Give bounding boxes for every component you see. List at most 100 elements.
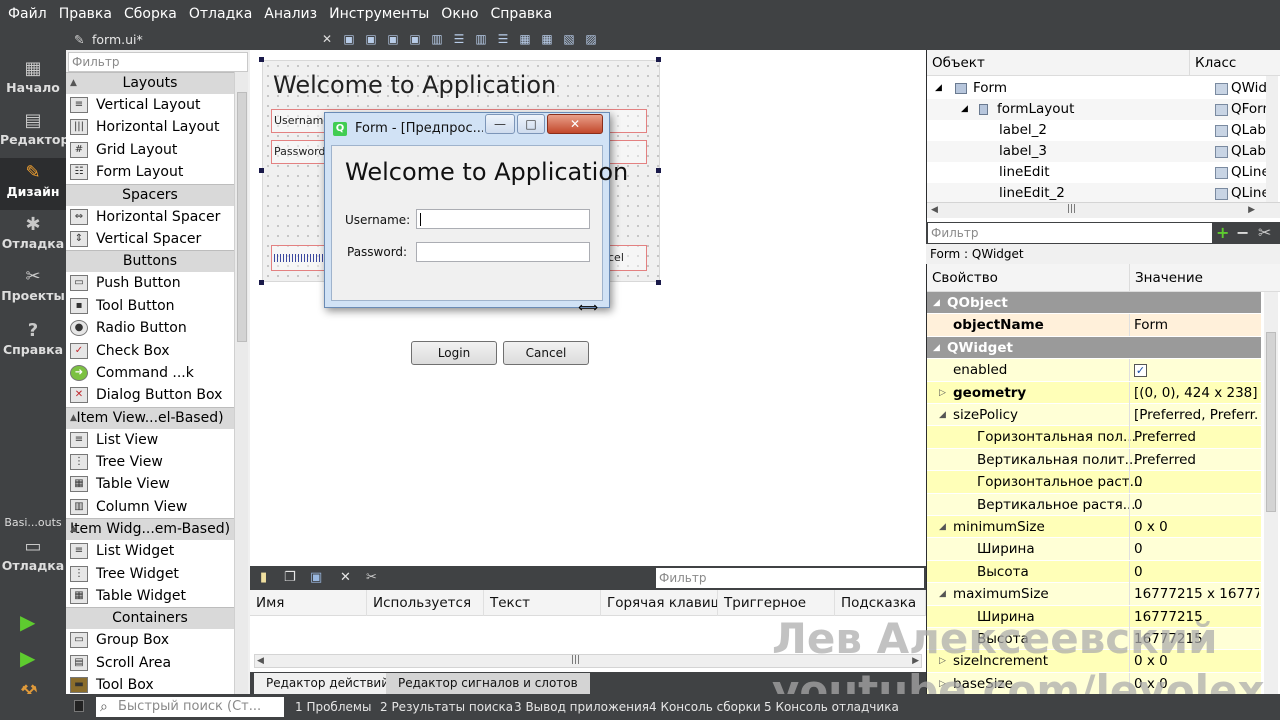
pane-compile-output[interactable]: 4 Консоль сборки [649, 694, 761, 720]
collapse-arrow-icon[interactable]: ◢ [961, 99, 968, 119]
configure-icon[interactable]: ✂ [1258, 222, 1271, 244]
property-group[interactable]: ◢ QObject [927, 292, 1261, 315]
collapse-arrow-icon[interactable]: ◢ [933, 292, 940, 314]
property-value[interactable]: 0 [1129, 538, 1259, 561]
scroll-left-icon[interactable]: ◀ [257, 656, 264, 666]
scrollbar-thumb[interactable] [237, 92, 247, 342]
widget-item[interactable]: ✓ Check Box [66, 339, 234, 362]
remove-property-icon[interactable]: − [1236, 222, 1249, 244]
form-title-label[interactable]: Welcome to Application [273, 71, 556, 99]
widget-item[interactable]: ▦ Table View [66, 473, 234, 496]
category-item-views[interactable]: Item View...el-Based) [66, 406, 234, 429]
edit-tab-order-icon[interactable]: ▣ [404, 32, 426, 46]
selection-handle[interactable] [259, 57, 264, 62]
widget-item[interactable]: ≡ List View [66, 428, 234, 452]
property-row[interactable]: Вертикальное растя... 0 [927, 493, 1261, 516]
pane-issues[interactable]: 1 Проблемы [295, 694, 371, 720]
adjust-size-icon[interactable]: ▨ [580, 32, 602, 46]
layout-horizontal-icon[interactable]: ▥ [426, 32, 448, 46]
widget-item[interactable]: ▥ Column View [66, 495, 234, 519]
object-row[interactable]: lineEdit QLineEdit [927, 162, 1269, 183]
property-row[interactable]: enabled ✓ [927, 359, 1261, 382]
mode-debug[interactable]: ✱ Отладка [0, 214, 66, 260]
property-value[interactable]: ✓ [1129, 359, 1259, 382]
configure-icon[interactable]: ✂ [366, 570, 377, 585]
layout-vertical-icon[interactable]: ☰ [448, 32, 470, 46]
tab-signal-slot-editor[interactable]: Редактор сигналов и слотов [386, 673, 590, 694]
widget-item[interactable]: ▪ Tool Button [66, 294, 234, 318]
widget-item[interactable]: ⇔ Horizontal Spacer [66, 205, 234, 228]
object-row[interactable]: ◢ Form QWidget [927, 78, 1269, 99]
selection-handle[interactable] [656, 168, 661, 173]
column-object[interactable]: Объект [927, 50, 985, 76]
layout-grid-icon[interactable]: ▦ [514, 32, 536, 46]
layout-form-icon[interactable]: ▦ [536, 32, 558, 46]
object-row[interactable]: ◢ formLayout QFormLayout [927, 99, 1269, 120]
expand-arrow-icon[interactable]: ▷ [939, 382, 946, 404]
add-property-icon[interactable]: + [1216, 222, 1229, 244]
category-item-widgets[interactable]: Item Widg...em-Based) [66, 518, 234, 541]
widget-item[interactable]: ≡ List Widget [66, 540, 234, 563]
menu-item[interactable]: Правка [53, 0, 118, 28]
widget-item[interactable]: ☷ Form Layout [66, 161, 234, 184]
preview-window[interactable]: Q Form - [Предпрос... — □ ✕ Welcome to A… [324, 112, 628, 365]
selection-handle[interactable] [656, 57, 661, 62]
property-row[interactable]: ▷ geometry [(0, 0), 424 x 238] [927, 381, 1261, 404]
break-layout-icon[interactable]: ▧ [558, 32, 580, 46]
category-layouts[interactable]: Layouts [66, 72, 234, 94]
column-header[interactable]: Триггерное [718, 590, 835, 616]
property-row[interactable]: ◢ maximumSize 16777215 x 16777... [927, 583, 1261, 606]
collapse-arrow-icon[interactable]: ◢ [935, 78, 942, 98]
copy-action-icon[interactable]: ❐ [284, 570, 296, 585]
property-row[interactable]: ◢ minimumSize 0 x 0 [927, 516, 1261, 539]
edit-widgets-icon[interactable]: ▣ [338, 32, 360, 46]
category-buttons[interactable]: Buttons [66, 250, 234, 273]
selection-handle[interactable] [656, 280, 661, 285]
property-value[interactable]: 0 [1129, 493, 1259, 516]
mode-welcome[interactable]: ▦ Начало [0, 58, 66, 104]
edit-buddies-icon[interactable]: ▣ [382, 32, 404, 46]
expand-arrow-icon[interactable]: ◢ [939, 583, 946, 605]
column-header[interactable]: Имя [250, 590, 367, 616]
property-group[interactable]: ◢ QWidget [927, 336, 1261, 360]
widget-item[interactable]: ▭ Group Box [66, 629, 234, 652]
property-row[interactable]: objectName Form [927, 314, 1261, 337]
column-header[interactable]: Подсказка [835, 590, 926, 616]
category-containers[interactable]: Containers [66, 607, 234, 630]
password-input[interactable] [416, 242, 590, 262]
category-spacers[interactable]: Spacers [66, 183, 234, 206]
file-tab[interactable]: form.ui* [66, 32, 316, 47]
property-value[interactable]: 0 x 0 [1129, 516, 1259, 538]
cancel-button[interactable]: Cancel [503, 341, 589, 365]
menu-item[interactable]: Окно [435, 0, 484, 28]
property-value[interactable]: [Preferred, Preferr... [1129, 404, 1259, 426]
pane-application-output[interactable]: 3 Вывод приложения [514, 694, 649, 720]
expand-arrow-icon[interactable]: ◢ [939, 404, 946, 426]
property-value[interactable]: [(0, 0), 424 x 238] [1129, 381, 1259, 404]
property-value[interactable]: 0 [1129, 471, 1259, 494]
quick-search-input[interactable]: Быстрый поиск (Ст... [96, 697, 284, 717]
widget-item[interactable]: ⇕ Vertical Spacer [66, 227, 234, 251]
object-row[interactable]: lineEdit_2 QLineEdit [927, 183, 1269, 204]
object-row[interactable]: label_2 QLabel [927, 120, 1269, 141]
mode-editor[interactable]: ▤ Редактор [0, 110, 69, 156]
close-icon[interactable]: ✕ [316, 32, 338, 46]
maximize-button[interactable]: □ [517, 114, 545, 134]
widget-item[interactable]: ✕ Dialog Button Box [66, 384, 234, 407]
property-editor-scrollbar[interactable] [1264, 292, 1278, 694]
column-value[interactable]: Значение [1129, 264, 1203, 292]
widget-item[interactable]: # Grid Layout [66, 138, 234, 162]
menu-item[interactable]: Инструменты [323, 0, 435, 28]
selection-handle[interactable] [259, 168, 264, 173]
mode-design[interactable]: ✎ Дизайн [0, 158, 66, 210]
preview-titlebar[interactable]: Q Form - [Предпрос... — □ ✕ [325, 113, 609, 143]
column-header[interactable]: Используется [367, 590, 484, 616]
menu-item[interactable]: Сборка [118, 0, 183, 28]
kit-selector[interactable]: ▭ Отладка [0, 536, 66, 586]
debug-run-icon[interactable]: ▶ [20, 646, 35, 670]
property-value[interactable]: 16777215 x 16777... [1129, 583, 1259, 606]
run-icon[interactable]: ▶ [20, 610, 35, 634]
widget-item[interactable]: ⋮ Tree View [66, 451, 234, 474]
mode-projects[interactable]: ✂ Проекты [0, 266, 66, 312]
widget-item[interactable]: ||| Horizontal Layout [66, 116, 234, 139]
